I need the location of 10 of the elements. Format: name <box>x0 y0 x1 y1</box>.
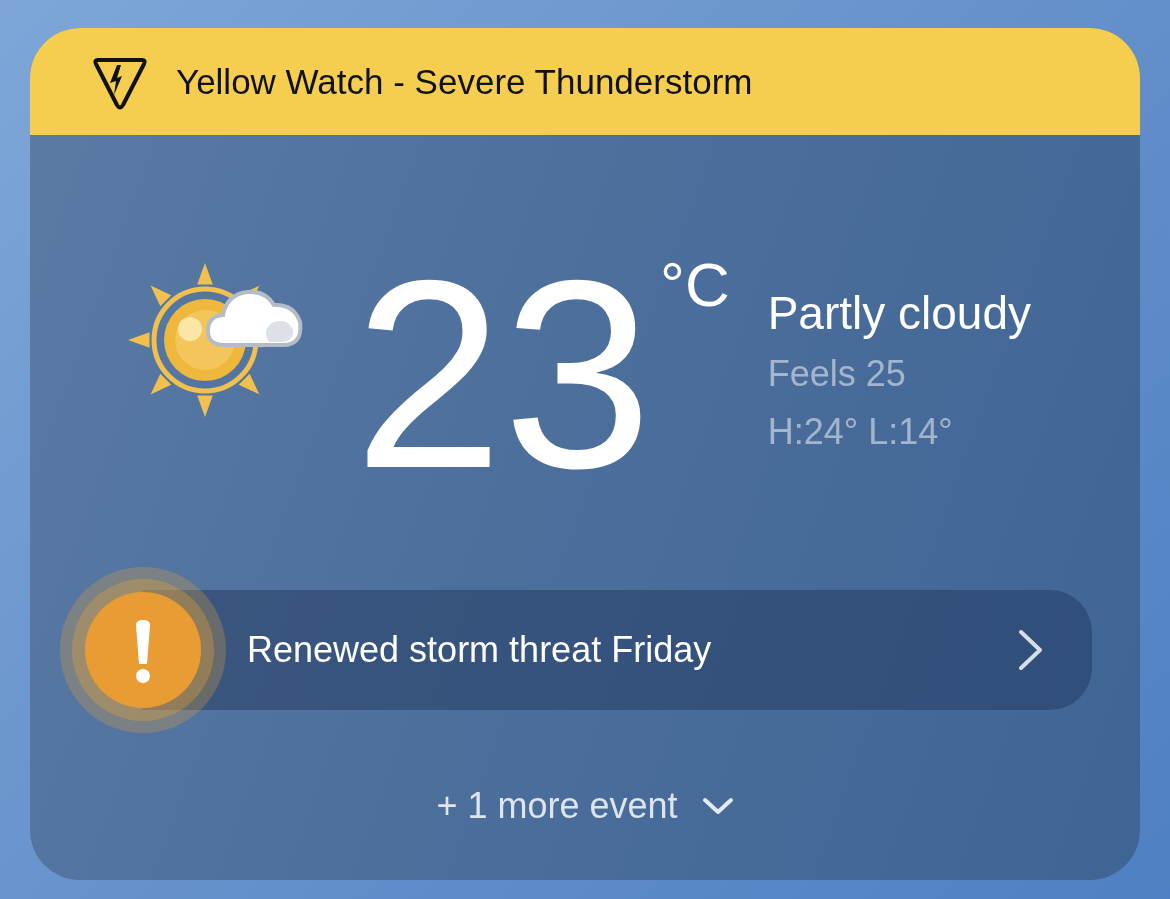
high-low-text: H:24° L:14° <box>767 410 953 454</box>
alert-title: Yellow Watch - Severe Thunderstorm <box>176 61 753 102</box>
sun-behind-cloud-icon <box>128 262 304 418</box>
feels-like-text: Feels 25 <box>767 352 906 396</box>
condition-text: Partly cloudy <box>767 286 1032 340</box>
temperature: 23 <box>354 240 653 508</box>
chevron-right-icon <box>1018 629 1044 671</box>
more-events-button[interactable]: + 1 more event <box>436 784 734 828</box>
temperature-unit: °C <box>660 254 730 316</box>
warning-icon <box>60 567 226 733</box>
